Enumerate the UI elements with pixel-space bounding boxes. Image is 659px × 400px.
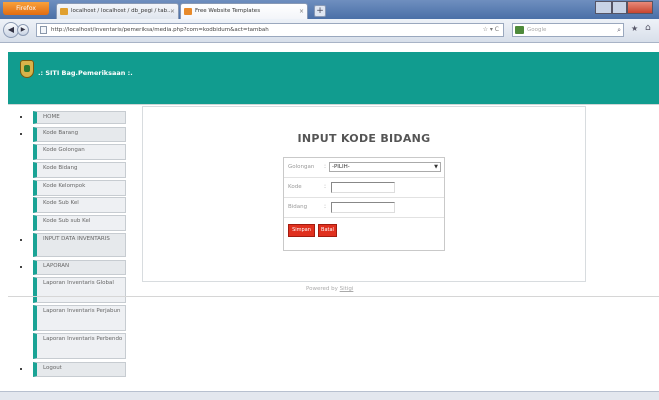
main-content: INPUT KODE BIDANG Golongan : -PILIH- ▼ K… [142,106,586,282]
bookmark-star-icon[interactable]: ★ [631,24,638,33]
forward-button[interactable]: ▶ [17,24,29,36]
new-tab-button[interactable]: + [314,5,326,17]
kategori-label: Golongan [288,164,315,170]
cancel-button[interactable]: Batal [318,224,337,237]
reload-icon[interactable]: ☆ ▾ C [483,24,499,36]
chevron-down-icon: ▼ [434,164,438,170]
sidebar-item-kode-sub-kel[interactable]: Kode Sub Kel [33,197,126,213]
tab-label: Free Website Templates [195,8,261,14]
window-controls [595,1,655,16]
search-bar[interactable]: Google ⌕ [512,23,624,37]
bullet-icon [20,239,22,241]
page-title: INPUT KODE BIDANG [297,132,431,145]
phpmyadmin-favicon-icon [60,8,68,15]
sidebar-item-laporan-global[interactable]: Laporan Inventaris Global [33,277,126,303]
sidebar-item-home[interactable]: HOME [33,111,126,124]
browser-tab-templates[interactable]: Free Website Templates × [180,3,308,19]
website-favicon-icon [184,8,192,15]
save-button[interactable]: Simpan [288,224,315,237]
kategori-select[interactable]: -PILIH- ▼ [329,162,441,172]
sidebar-item-kode-sub-sub-kel[interactable]: Kode Sub sub Kel [33,215,126,231]
page-icon [40,26,47,34]
firefox-menu-button[interactable]: Firefox [3,2,49,15]
sidebar-item-kode-barang[interactable]: Kode Barang [33,127,126,142]
form-row-bidang: Bidang : [284,198,444,218]
sidebar-item-logout[interactable]: Logout [33,362,126,377]
logo-icon [20,60,34,78]
bidang-label: Bidang [288,204,308,210]
sidebar: HOME Kode Barang Kode Golongan Kode Bida… [8,105,126,385]
browser-tab-phpmyadmin[interactable]: localhost / localhost / db_pegi / tab...… [56,3,179,19]
sidebar-item-laporan-perbendo[interactable]: Laporan Inventaris Perbendo [33,333,126,359]
bidang-input[interactable] [331,202,395,213]
sidebar-item-laporan[interactable]: LAPORAN [33,260,126,275]
sidebar-item-input-data[interactable]: INPUT DATA INVENTARIS [33,233,126,257]
sidebar-item-kode-golongan[interactable]: Kode Golongan [33,144,126,160]
sidebar-item-laporan-perjabun[interactable]: Laporan Inventaris Perjabun [33,305,126,331]
close-window-button[interactable] [627,1,653,14]
close-icon[interactable]: × [299,4,304,19]
bullet-icon [20,266,22,268]
home-icon[interactable]: ⌂ [645,23,651,33]
bullet-icon [20,116,22,118]
minimize-button[interactable] [595,1,612,14]
kategori-selected-value: -PILIH- [332,164,350,170]
search-icon[interactable]: ⌕ [617,24,621,36]
input-kode-bidang-form: Golongan : -PILIH- ▼ Kode : Bidang : Sim… [283,157,445,251]
kode-input[interactable] [331,182,395,193]
url-text: http://localhost/inventaris/pemeriksa/me… [51,27,269,33]
bullet-icon [20,368,22,370]
sidebar-item-kode-kelompok[interactable]: Kode Kelompok [33,180,126,196]
footer-text: Powered by [306,286,338,292]
kode-label: Kode [288,184,302,190]
footer: Powered by Sitigi [306,286,353,292]
url-bar[interactable]: http://localhost/inventaris/pemeriksa/me… [36,23,504,37]
search-placeholder: Google [527,27,547,33]
browser-titlebar: Firefox localhost / localhost / db_pegi … [0,0,659,19]
site-header: .: SITI Bag.Pemeriksaan :. [8,52,659,104]
tab-label: localhost / localhost / db_pegi / tab... [71,8,173,14]
maximize-button[interactable] [612,1,627,14]
close-icon[interactable]: × [170,4,175,19]
site-title: .: SITI Bag.Pemeriksaan :. [38,69,133,77]
footer-link[interactable]: Sitigi [340,286,354,292]
form-row-kategori: Golongan : -PILIH- ▼ [284,158,444,178]
form-row-kode: Kode : [284,178,444,198]
bullet-icon [20,133,22,135]
sidebar-item-kode-bidang[interactable]: Kode Bidang [33,162,126,178]
browser-navbar: ◀ ▶ http://localhost/inventaris/pemeriks… [0,19,659,43]
google-icon [515,26,524,34]
